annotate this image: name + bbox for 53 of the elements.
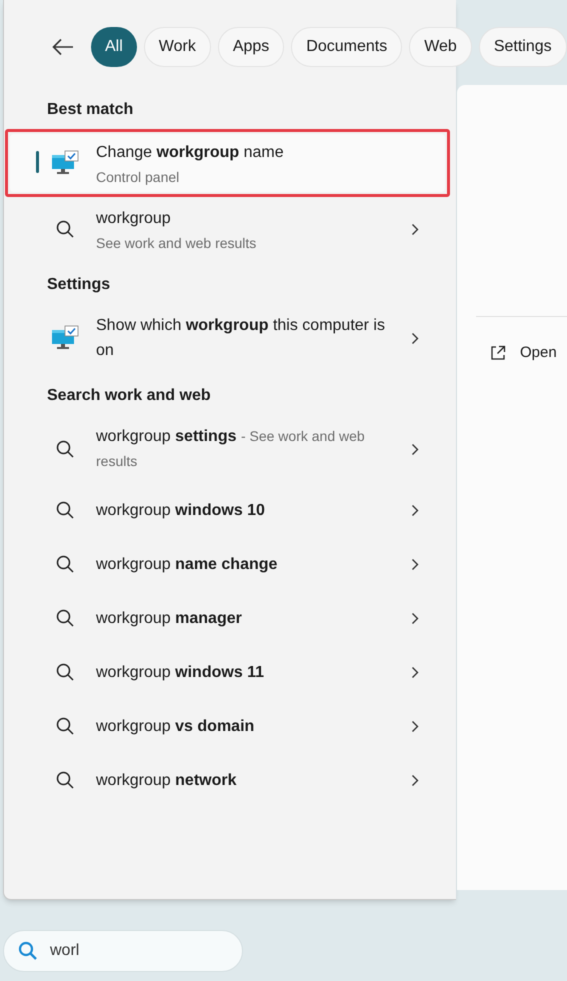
chevron-right-icon bbox=[411, 612, 419, 624]
result-title: workgroup windows 11 bbox=[96, 662, 266, 682]
section-heading: Best match bbox=[47, 100, 134, 120]
search-result[interactable]: Change workgroup name Control panel bbox=[10, 134, 445, 192]
search-result[interactable]: workgroup vs domain bbox=[10, 704, 445, 748]
result-title: workgroup vs domain bbox=[96, 716, 256, 736]
selection-indicator bbox=[36, 151, 39, 173]
search-result[interactable]: Show which workgroup this computer is on bbox=[10, 309, 445, 367]
search-icon bbox=[56, 440, 74, 458]
search-result[interactable]: workgroup windows 10 bbox=[10, 488, 445, 532]
result-subtitle: Control panel bbox=[96, 168, 180, 186]
search-result[interactable]: workgroup name change bbox=[10, 542, 445, 586]
result-title: workgroup name change bbox=[96, 554, 278, 574]
result-title: Change workgroup name bbox=[96, 143, 285, 163]
taskbar-search-field[interactable]: worl bbox=[3, 930, 243, 972]
open-action[interactable]: Open bbox=[520, 342, 557, 364]
external-link-icon bbox=[490, 345, 506, 362]
result-title: workgroup windows 10 bbox=[96, 500, 266, 520]
search-icon bbox=[56, 220, 74, 238]
filter-tab[interactable]: Web bbox=[409, 27, 472, 67]
computer-icon bbox=[51, 150, 79, 176]
result-title: Show which workgroup this computer is on bbox=[96, 316, 386, 361]
search-icon bbox=[56, 501, 74, 519]
result-title: workgroup manager bbox=[96, 608, 243, 628]
search-result[interactable]: workgroup See work and web results bbox=[10, 202, 445, 256]
chevron-right-icon bbox=[411, 332, 419, 344]
search-icon bbox=[56, 555, 74, 573]
filter-tab[interactable]: Settings bbox=[478, 27, 567, 67]
chevron-right-icon bbox=[411, 558, 419, 570]
result-title: workgroup settings - See work and web results bbox=[96, 427, 366, 471]
result-title: workgroup bbox=[96, 209, 172, 229]
section-heading: Settings bbox=[47, 275, 112, 295]
chevron-right-icon bbox=[411, 504, 419, 516]
computer-icon bbox=[51, 325, 79, 351]
result-subtitle: See work and web results bbox=[96, 234, 258, 252]
search-icon bbox=[56, 771, 74, 789]
search-result[interactable]: workgroup settings - See work and web results bbox=[10, 420, 445, 478]
search-icon bbox=[56, 609, 74, 627]
filter-tab[interactable]: Documents bbox=[291, 27, 402, 67]
chevron-right-icon bbox=[411, 222, 419, 236]
search-result[interactable]: workgroup network bbox=[10, 758, 445, 802]
section-heading: Search work and web bbox=[47, 386, 212, 406]
result-title: workgroup network bbox=[96, 770, 238, 790]
search-icon bbox=[56, 663, 74, 681]
chevron-right-icon bbox=[411, 666, 419, 678]
chevron-right-icon bbox=[411, 720, 419, 732]
chevron-right-icon bbox=[411, 442, 419, 456]
search-result[interactable]: workgroup manager bbox=[10, 596, 445, 640]
search-icon bbox=[18, 941, 38, 961]
chevron-right-icon bbox=[411, 774, 419, 786]
search-icon bbox=[56, 717, 74, 735]
arrow-left-icon bbox=[52, 38, 74, 56]
search-result[interactable]: workgroup windows 11 bbox=[10, 650, 445, 694]
